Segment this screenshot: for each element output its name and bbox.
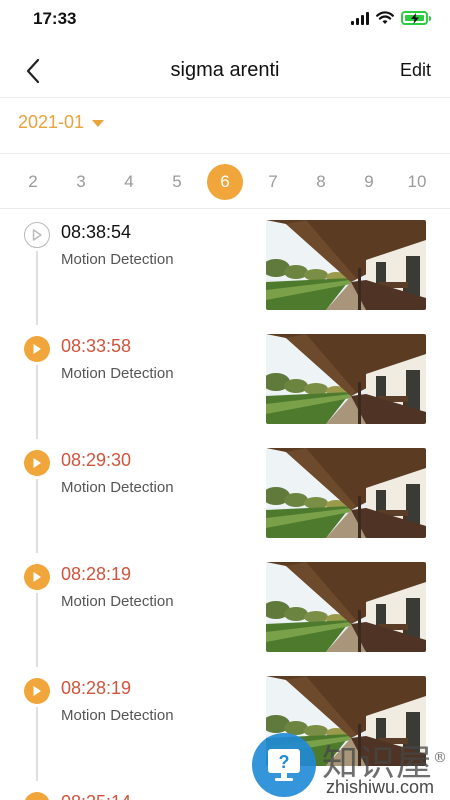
list-item[interactable]: 08:38:54 Motion Detection	[0, 210, 450, 325]
event-thumbnail[interactable]	[266, 448, 426, 538]
wifi-icon	[376, 11, 394, 24]
play-icon[interactable]	[24, 222, 50, 248]
day-item[interactable]: 10	[399, 164, 435, 200]
status-bar: 17:33	[0, 0, 450, 40]
event-type: Motion Detection	[61, 251, 174, 268]
cellular-signal-icon	[351, 11, 369, 25]
event-type: Motion Detection	[61, 593, 174, 610]
timeline-line	[36, 707, 38, 781]
timeline-line	[36, 593, 38, 667]
play-icon[interactable]	[24, 450, 50, 476]
play-icon[interactable]	[24, 678, 50, 704]
day-item[interactable]: 3	[63, 164, 99, 200]
event-thumbnail[interactable]	[266, 220, 426, 310]
edit-button[interactable]: Edit	[400, 60, 431, 81]
day-item[interactable]: 7	[255, 164, 291, 200]
day-item[interactable]: 8	[303, 164, 339, 200]
status-icons	[351, 11, 431, 25]
timeline-line	[36, 365, 38, 439]
play-icon[interactable]	[24, 336, 50, 362]
month-selector[interactable]: 2021-01	[18, 112, 105, 133]
day-strip: 2 3 4 5 6 7 8 9 10	[0, 153, 450, 209]
help-monitor-icon: ?	[252, 733, 316, 797]
day-item[interactable]: 2	[15, 164, 51, 200]
timeline-line	[36, 479, 38, 553]
timeline-line	[36, 251, 38, 325]
list-item[interactable]: 08:33:58 Motion Detection	[0, 324, 450, 439]
event-thumbnail[interactable]	[266, 334, 426, 424]
event-type: Motion Detection	[61, 365, 174, 382]
event-time: 08:28:19	[61, 564, 132, 584]
day-item[interactable]: 5	[159, 164, 195, 200]
event-type: Motion Detection	[61, 479, 174, 496]
caret-down-icon	[92, 119, 105, 127]
event-time: 08:28:19	[61, 678, 132, 698]
play-icon[interactable]	[24, 564, 50, 590]
event-type: Motion Detection	[61, 707, 174, 724]
day-item-selected[interactable]: 6	[207, 164, 243, 200]
event-time: 08:29:30	[61, 450, 132, 470]
nav-bar: sigma arenti Edit	[0, 44, 450, 98]
list-item[interactable]: 08:29:30 Motion Detection	[0, 438, 450, 553]
status-time: 17:33	[33, 9, 77, 28]
page-title: sigma arenti	[170, 59, 280, 81]
event-time: 08:38:54	[61, 222, 132, 242]
watermark: ? 知识屋® zhishiwu.com	[252, 729, 450, 800]
month-label: 2021-01	[18, 112, 85, 132]
event-thumbnail[interactable]	[266, 562, 426, 652]
svg-text:?: ?	[279, 752, 290, 772]
play-icon[interactable]	[24, 792, 50, 800]
list-item[interactable]: 08:28:19 Motion Detection	[0, 552, 450, 667]
watermark-en-text: zhishiwu.com	[326, 777, 435, 797]
day-item[interactable]: 9	[351, 164, 387, 200]
day-item[interactable]: 4	[111, 164, 147, 200]
event-time: 08:33:58	[61, 336, 132, 356]
battery-charging-icon	[401, 11, 431, 25]
event-time: 08:25:14	[61, 792, 131, 800]
